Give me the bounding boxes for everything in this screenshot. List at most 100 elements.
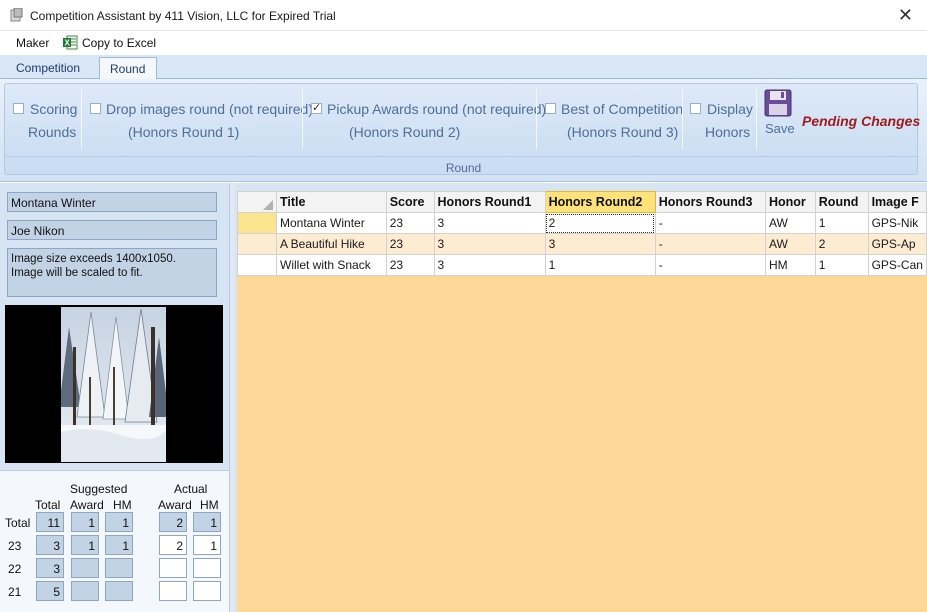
pickup-awards-round-checkbox[interactable] [311,101,322,114]
cell-image-file[interactable]: GPS-Ap [867,233,927,255]
scoring-rounds-label-2: Rounds [28,124,77,140]
window-title: Competition Assistant by 411 Vision, LLC… [30,9,336,23]
stats-suggested-award-cell: 1 [71,512,99,532]
ribbon-separator [536,89,537,149]
column-header-honors-round3[interactable]: Honors Round3 [654,191,766,213]
stats-suggested-award-cell: 1 [71,535,99,555]
pending-changes-label: Pending Changes [802,113,921,129]
cell-title[interactable]: Willet with Snack [276,254,387,276]
column-header-honors-round1[interactable]: Honors Round1 [433,191,546,213]
actual-header: Actual [174,482,208,496]
cell-image-file[interactable]: GPS-Can [867,254,927,276]
cell-honors-round1[interactable]: 3 [433,254,546,276]
cell-score[interactable]: 23 [385,233,435,255]
row-header[interactable] [237,233,277,255]
close-window-button[interactable]: ✕ [898,5,913,26]
cell-honors-round2[interactable]: 2 [544,212,656,234]
suggested-header: Suggested [70,482,128,496]
cell-honors-round3[interactable]: - [654,233,766,255]
cell-honor[interactable]: AW [764,212,816,234]
maker-name-field: Joe Nikon [7,220,217,240]
stats-actual-award-cell: 2 [159,512,187,532]
winter-forest-photo [61,307,166,462]
image-size-message: Image size exceeds 1400x1050. Image will… [7,248,217,297]
cell-honor[interactable]: AW [764,233,816,255]
image-title-field: Montana Winter [7,192,217,212]
stats-actual-hm-cell: 1 [193,535,221,555]
column-header-round[interactable]: Round [814,191,869,213]
actual-hm-header: HM [200,498,219,512]
images-grid: Title Score Honors Round1 Honors Round2 … [237,191,927,276]
save-button[interactable]: Save [765,121,795,136]
cell-round[interactable]: 2 [814,233,869,255]
column-header-title[interactable]: Title [276,191,387,213]
stats-suggested-hm-cell [105,558,133,578]
column-header-honor[interactable]: Honor [764,191,816,213]
display-honors-label-1: Display [707,101,753,117]
image-preview [5,305,223,463]
table-row[interactable]: A Beautiful Hike 23 3 3 - AW 2 GPS-Ap [237,233,927,255]
grid-corner[interactable] [237,191,277,213]
title-bar: Competition Assistant by 411 Vision, LLC… [0,0,927,31]
cell-honors-round3[interactable]: - [654,212,766,234]
cell-honors-round2[interactable]: 3 [544,233,656,255]
menu-copy-to-excel[interactable]: Copy to Excel [82,36,156,50]
best-of-competition-checkbox[interactable] [545,103,556,114]
tab-competition[interactable]: Competition [6,57,90,79]
stats-actual-award-cell [159,558,187,578]
cell-honors-round1[interactable]: 3 [433,212,546,234]
excel-icon[interactable]: X [63,35,78,50]
row-header[interactable] [237,254,277,276]
message-line-1: Image size exceeds 1400x1050. [11,253,176,265]
ribbon-separator [682,89,683,149]
stats-actual-hm-cell [193,581,221,601]
ribbon: Scoring Rounds Drop images round (not re… [0,79,927,182]
menu-bar: Maker Copy to Excel [0,31,927,55]
drop-images-round-checkbox[interactable] [90,103,101,114]
cell-honor[interactable]: HM [764,254,816,276]
cell-score[interactable]: 23 [385,254,435,276]
table-row[interactable]: Willet with Snack 23 3 1 - HM 1 GPS-Can [237,254,927,276]
row-header[interactable] [237,212,277,234]
honors-round-3-label: (Honors Round 3) [567,124,679,140]
stats-total-cell: 11 [36,512,64,532]
cell-image-file[interactable]: GPS-Nik [867,212,927,234]
stats-suggested-hm-cell: 1 [105,535,133,555]
stats-actual-award-cell [159,581,187,601]
stats-actual-hm-cell: 1 [193,512,221,532]
cell-honors-round1[interactable]: 3 [433,233,546,255]
honors-round-1-label: (Honors Round 1) [128,124,240,140]
cell-round[interactable]: 1 [814,254,869,276]
ribbon-separator [302,89,303,149]
stats-row-label: 23 [8,539,22,553]
column-header-score[interactable]: Score [385,191,435,213]
column-header-image-file[interactable]: Image F [867,191,927,213]
stats-suggested-award-cell [71,581,99,601]
menu-maker[interactable]: Maker [16,36,49,50]
ribbon-group-divider [4,156,918,157]
app-icon [10,8,23,22]
display-honors-label-2: Honors [705,124,751,140]
tab-round[interactable]: Round [99,57,157,80]
cell-honors-round2[interactable]: 1 [544,254,656,276]
message-line-2: Image will be scaled to fit. [11,267,143,279]
scoring-rounds-checkbox[interactable] [13,103,24,114]
stats-suggested-hm-cell [105,581,133,601]
save-icon[interactable] [764,89,792,117]
svg-text:X: X [65,39,71,48]
cell-title[interactable]: Montana Winter [276,212,387,234]
ribbon-group-label: Round [445,161,482,175]
stats-row-label: Total [5,516,31,530]
cell-score[interactable]: 23 [385,212,435,234]
drop-images-round-label: Drop images round (not required) [106,101,313,117]
stats-actual-hm-cell [193,558,221,578]
table-row[interactable]: Montana Winter 23 3 2 - AW 1 GPS-Nik [237,212,927,234]
total-col-header: Total [35,498,61,512]
column-header-honors-round2[interactable]: Honors Round2 [544,191,656,213]
cell-round[interactable]: 1 [814,212,869,234]
pickup-awards-round-label: Pickup Awards round (not required) [327,101,547,117]
cell-honors-round3[interactable]: - [654,254,766,276]
ribbon-separator [81,89,82,149]
display-honors-checkbox[interactable] [690,103,701,114]
cell-title[interactable]: A Beautiful Hike [276,233,387,255]
